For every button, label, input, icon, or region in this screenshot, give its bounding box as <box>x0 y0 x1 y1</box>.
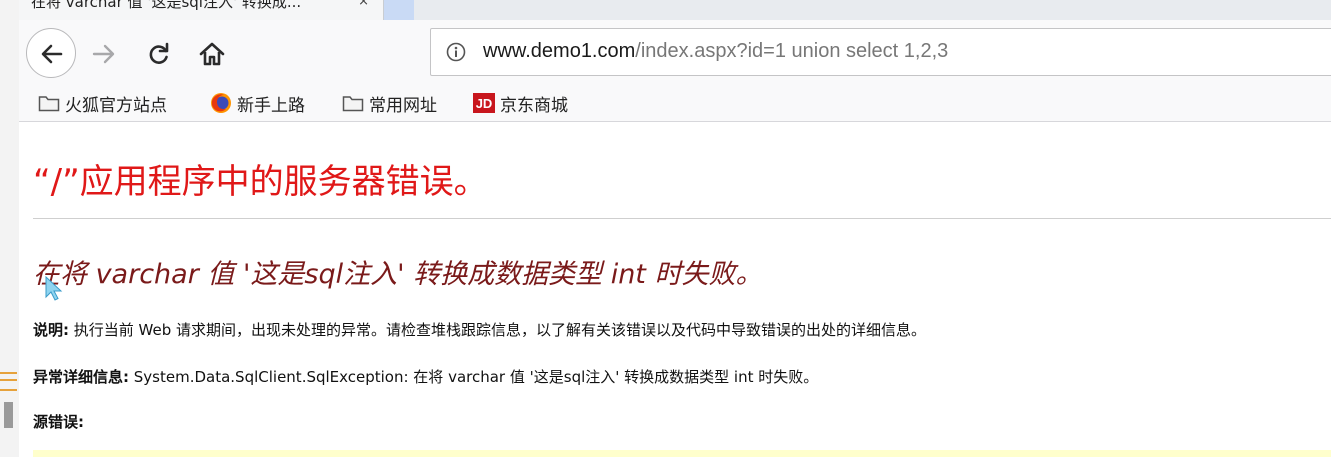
tab-active[interactable]: 在将 varchar 值 '这是sql注入' 转换成... × <box>19 0 384 20</box>
description-label: 说明: <box>33 321 69 339</box>
divider <box>33 218 1331 219</box>
source-error-paragraph: 源错误: <box>33 411 84 432</box>
tab-title: 在将 varchar 值 '这是sql注入' 转换成... <box>31 0 302 11</box>
bookmark-label: 新手上路 <box>237 95 305 116</box>
exception-text: System.Data.SqlClient.SqlException: 在将 v… <box>129 368 819 386</box>
folder-icon <box>342 96 364 112</box>
tab-strip: 在将 varchar 值 '这是sql注入' 转换成... × <box>19 0 1331 21</box>
reload-icon <box>149 42 169 64</box>
arrow-right-icon <box>92 44 115 64</box>
error-heading: 在将 varchar 值 '这是sql注入' 转换成数据类型 int 时失败。 <box>33 259 763 290</box>
left-window-gutter <box>0 0 20 457</box>
url-text[interactable]: www.demo1.com/index.aspx?id=1 union sele… <box>483 40 948 63</box>
bookmarks-toolbar: 火狐官方站点 新手上路 常用网址 JD 京东商城 <box>19 84 1331 122</box>
tab-strip-empty <box>414 0 1331 20</box>
bookmark-item[interactable]: 火狐官方站点 <box>38 90 167 116</box>
exception-paragraph: 异常详细信息: System.Data.SqlClient.SqlExcepti… <box>33 366 818 387</box>
bookmark-label: 火狐官方站点 <box>65 95 167 116</box>
exception-label: 异常详细信息: <box>33 368 129 386</box>
gutter-marker <box>0 389 17 391</box>
source-error-box <box>33 450 1331 457</box>
navigation-toolbar: www.demo1.com/index.aspx?id=1 union sele… <box>19 20 1331 84</box>
browser-window: 在将 varchar 值 '这是sql注入' 转换成... × www.demo… <box>0 0 1331 457</box>
bookmark-label: 京东商城 <box>500 95 568 116</box>
mouse-cursor-icon <box>45 276 63 301</box>
new-tab-button[interactable] <box>384 0 414 21</box>
page-title: “/”应用程序中的服务器错误。 <box>33 162 488 202</box>
reload-button[interactable] <box>145 40 173 68</box>
home-button[interactable] <box>197 39 227 69</box>
firefox-icon <box>211 93 231 113</box>
home-icon <box>199 42 225 66</box>
jd-icon: JD <box>473 93 495 113</box>
gutter-marker <box>0 372 17 374</box>
source-error-label: 源错误: <box>33 413 84 431</box>
url-path: /index.aspx?id=1 union select 1,2,3 <box>635 40 949 62</box>
bookmark-item[interactable]: JD 京东商城 <box>473 90 568 116</box>
info-icon[interactable] <box>446 42 466 62</box>
page-content: “/”应用程序中的服务器错误。 在将 varchar 值 '这是sql注入' 转… <box>19 122 1331 457</box>
gutter-scroll-thumb[interactable] <box>4 402 13 428</box>
gutter-marker <box>0 379 17 381</box>
description-text: 执行当前 Web 请求期间，出现未处理的异常。请检查堆栈跟踪信息，以了解有关该错… <box>69 321 927 339</box>
bookmark-label: 常用网址 <box>369 95 437 116</box>
tab-close-icon[interactable]: × <box>358 0 369 9</box>
forward-button[interactable] <box>90 40 118 68</box>
url-bar[interactable]: www.demo1.com/index.aspx?id=1 union sele… <box>430 28 1331 76</box>
arrow-left-icon <box>41 44 63 64</box>
back-button[interactable] <box>26 28 76 78</box>
bookmark-item[interactable]: 新手上路 <box>210 90 305 116</box>
folder-icon <box>38 96 60 112</box>
description-paragraph: 说明: 执行当前 Web 请求期间，出现未处理的异常。请检查堆栈跟踪信息，以了解… <box>33 319 926 340</box>
bookmark-item[interactable]: 常用网址 <box>342 90 437 116</box>
url-host: www.demo1.com <box>483 40 636 62</box>
